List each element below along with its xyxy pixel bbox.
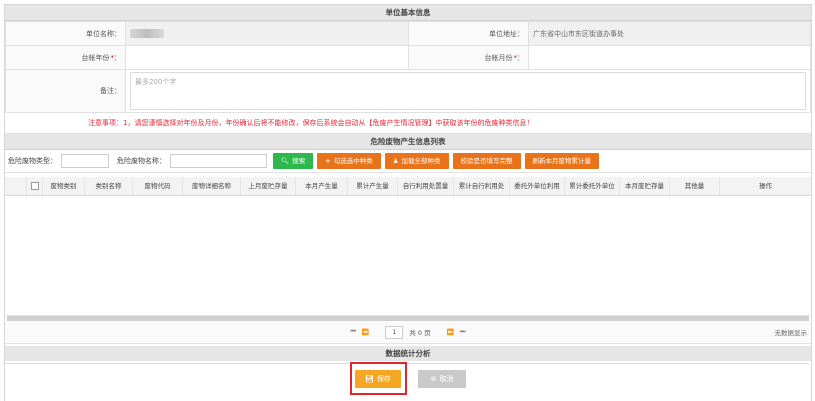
filter-bar: 危险废物类型： 危险废物名称： 🔍︎ 搜索 + 勾选选中种类 ♟ 加载全部种类 校验是… (5, 150, 811, 173)
next-page-icon[interactable]: ⏩ (447, 329, 454, 336)
unit-address-label: 单位地址： (408, 21, 529, 46)
add-selected-button[interactable]: + 勾选选中种类 (317, 153, 381, 169)
waste-list-header: 危险废物产生信息列表 (5, 134, 811, 150)
col-header[interactable]: 上月废贮存量 (241, 177, 296, 195)
prev-page-icon[interactable]: ⏪ (362, 329, 369, 336)
col-header[interactable]: 累计产生量 (348, 177, 398, 195)
search-icon: 🔍︎ (281, 157, 290, 165)
col-header[interactable]: 本月产生量 (296, 177, 348, 195)
col-header[interactable]: 废物类别 (43, 177, 85, 195)
col-header[interactable]: 其他量 (670, 177, 720, 195)
page-total-text: 共 0 页 (409, 329, 431, 337)
col-header[interactable]: 废物代码 (133, 177, 183, 195)
first-page-icon[interactable]: ⏮ (350, 328, 355, 336)
notice-text: 1，请您谨慎选择对年份及月份，年份确认后将不能修改，保存后系统会自动从【危废产生… (123, 119, 534, 127)
year-label: 台帐年份*： (5, 45, 126, 70)
cancel-button[interactable]: ⊗ 取消 (418, 370, 466, 388)
pager: ⏮ ⏪ 1 共 0 页 ⏩ ⏭ 无数据显示 (5, 321, 811, 344)
cancel-icon: ⊗ (430, 375, 437, 383)
unit-name-label: 单位名称： (5, 21, 126, 46)
col-header[interactable]: 累计委托外单位 (565, 177, 620, 195)
waste-name-input[interactable] (170, 154, 267, 168)
col-header[interactable]: 累计自行利用处 (454, 177, 510, 195)
remark-cell: 最多200个字 (125, 69, 811, 113)
unit-name-value (125, 21, 409, 46)
redacted-unit-name (130, 29, 164, 38)
filter-name-label: 危险废物名称： (117, 157, 166, 165)
waste-type-input[interactable] (61, 154, 109, 168)
stats-header: 数据统计分析 (5, 346, 811, 361)
check-fill-button[interactable]: 校验是否填写完整 (452, 153, 521, 169)
unit-info-table: 单位名称： 单位地址： 广东省中山市东区街道办事处 台帐年份*： 台帐月份*： … (5, 21, 811, 113)
col-header[interactable]: 本月废贮存量 (620, 177, 670, 195)
refresh-month-button[interactable]: 刷新本月废物累计量 (524, 153, 600, 169)
filter-type-label: 危险废物类型： (8, 157, 57, 165)
add-all-button[interactable]: ♟ 加载全部种类 (384, 153, 449, 169)
col-header[interactable]: 废物详细名称 (183, 177, 241, 195)
col-header[interactable]: 自行利用处置量 (398, 177, 454, 195)
no-data-text: 无数据显示 (774, 329, 808, 337)
col-header[interactable]: 委托外单位利用 (510, 177, 565, 195)
last-page-icon[interactable]: ⏭ (460, 328, 465, 336)
month-input[interactable] (528, 45, 811, 70)
year-input[interactable] (125, 45, 409, 70)
grid-header: 废物类别 类别名称 废物代码 废物详细名称 上月废贮存量 本月产生量 累计产生量… (5, 177, 811, 196)
remark-textarea[interactable]: 最多200个字 (130, 72, 806, 110)
waste-ledger-form: 单位基本信息 单位名称： 单位地址： 广东省中山市东区街道办事处 台帐年份*： … (4, 4, 812, 401)
remark-label: 备注： (5, 69, 126, 113)
select-all-checkbox[interactable] (27, 177, 43, 195)
save-highlight-box (350, 362, 407, 395)
notice-row: 注意事项：1，请您谨慎选择对年份及月份，年份确认后将不能修改，保存后系统会自动从… (5, 113, 811, 134)
grid-rownum-col (5, 177, 27, 195)
month-label: 台帐月份*： (408, 45, 529, 70)
unit-info-header: 单位基本信息 (5, 5, 811, 21)
notice-label: 注意事项： (88, 119, 123, 127)
col-header[interactable]: 操作 (720, 177, 811, 195)
unit-address-value: 广东省中山市东区街道办事处 (528, 21, 811, 46)
stats-divider (5, 363, 809, 364)
search-button[interactable]: 🔍︎ 搜索 (273, 153, 314, 169)
users-icon: ♟ (392, 157, 399, 165)
page-number-input[interactable]: 1 (385, 325, 404, 339)
plus-icon: + (325, 157, 331, 165)
grid-body-empty (5, 196, 811, 316)
col-header[interactable]: 类别名称 (85, 177, 133, 195)
